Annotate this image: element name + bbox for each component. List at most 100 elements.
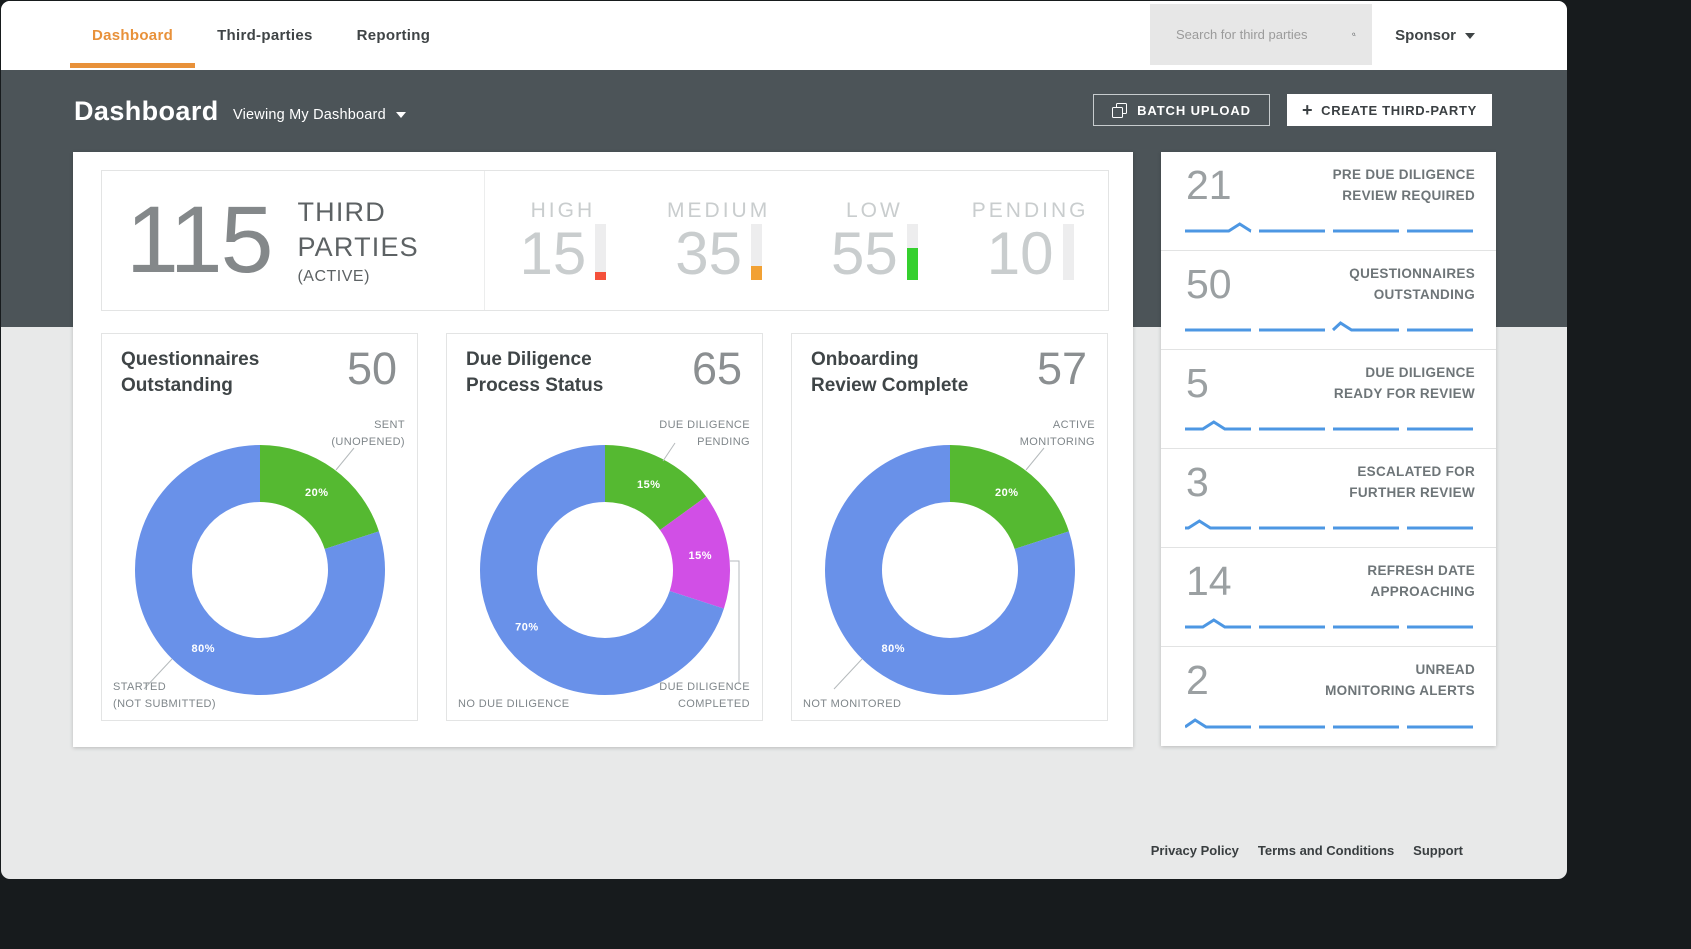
leader-line — [1026, 448, 1044, 470]
risk-count: 35 — [675, 224, 742, 284]
sidebar-card-pre-due-diligence-review[interactable]: 21 PRE DUE DILIGENCE REVIEW REQUIRED — [1161, 152, 1496, 251]
account-menu[interactable]: Sponsor — [1395, 1, 1475, 70]
app-window: Dashboard Third-parties Reporting Sponso… — [1, 1, 1567, 879]
risk-stat-pending: PENDING 10 — [952, 171, 1108, 310]
sidebar-card-unread-monitoring-alerts[interactable]: 2 UNREAD MONITORING ALERTS — [1161, 647, 1496, 746]
sparkline-svg — [1185, 221, 1473, 235]
sparkline-svg — [1185, 320, 1473, 334]
dashboard-main-card: 115 THIRD PARTIES (ACTIVE) HIGH 15 — [73, 152, 1133, 747]
sidebar-card-count: 5 — [1186, 360, 1209, 407]
top-nav: Dashboard Third-parties Reporting Sponso… — [1, 1, 1567, 70]
trend-sparkline — [1185, 320, 1473, 334]
risk-gauge — [1063, 224, 1074, 280]
donut-slice — [260, 474, 352, 541]
active-third-parties-total: 115 THIRD PARTIES (ACTIVE) — [102, 171, 485, 310]
create-third-party-label: CREATE THIRD-PARTY — [1321, 103, 1477, 118]
risk-count: 15 — [520, 224, 587, 284]
tab-reporting[interactable]: Reporting — [335, 1, 453, 70]
sidebar-card-due-diligence-ready[interactable]: 5 DUE DILIGENCE READY FOR REVIEW — [1161, 350, 1496, 449]
chart-annotation: STARTED (NOT SUBMITTED) — [113, 679, 216, 712]
sidebar-card-label: PRE DUE DILIGENCE REVIEW REQUIRED — [1333, 165, 1475, 207]
donut-slice — [950, 474, 1042, 541]
sidebar-card-questionnaires-outstanding[interactable]: 50 QUESTIONNAIRES OUTSTANDING — [1161, 251, 1496, 350]
slice-percent-label: 80% — [882, 643, 906, 655]
tab-dashboard[interactable]: Dashboard — [70, 1, 195, 70]
risk-stat-low: LOW 55 — [797, 171, 953, 310]
chart-title: Due Diligence Process Status — [466, 347, 698, 399]
slice-percent-label: 20% — [305, 487, 329, 499]
donut-slice — [683, 513, 701, 600]
sidebar-card-count: 21 — [1186, 162, 1232, 209]
risk-stat-high: HIGH 15 — [485, 171, 641, 310]
sidebar-card-escalated-review[interactable]: 3 ESCALATED FOR FURTHER REVIEW — [1161, 449, 1496, 548]
trend-sparkline — [1185, 617, 1473, 631]
privacy-policy-link[interactable]: Privacy Policy — [1151, 843, 1239, 858]
view-selector-label: Viewing My Dashboard — [233, 107, 386, 123]
risk-count: 55 — [831, 224, 898, 284]
footer: Privacy Policy Terms and Conditions Supp… — [1151, 843, 1463, 858]
risk-gauge — [907, 224, 918, 280]
trend-sparkline — [1185, 518, 1473, 532]
risk-gauge-fill — [595, 272, 606, 280]
leader-line — [730, 561, 739, 684]
dashboard-view-selector[interactable]: Viewing My Dashboard — [233, 107, 406, 123]
sidebar-card-count: 14 — [1186, 558, 1232, 605]
search-input[interactable] — [1176, 27, 1352, 42]
sparkline-svg — [1185, 717, 1473, 731]
sparkline-path — [1185, 323, 1473, 330]
chart-card-questionnaires-outstanding: Questionnaires Outstanding 50 20%80% SEN… — [101, 333, 418, 721]
sparkline-path — [1185, 521, 1473, 528]
batch-upload-label: BATCH UPLOAD — [1137, 103, 1251, 118]
tab-third-parties[interactable]: Third-parties — [195, 1, 335, 70]
chart-card-onboarding-review-complete: Onboarding Review Complete 57 20%80% ACT… — [791, 333, 1108, 721]
sidebar-card-label: DUE DILIGENCE READY FOR REVIEW — [1334, 363, 1475, 405]
slice-percent-label: 70% — [515, 622, 539, 634]
leader-line — [336, 448, 354, 470]
total-label-line3: (ACTIVE) — [297, 268, 418, 286]
trend-sparkline — [1185, 419, 1473, 433]
sidebar-card-label: UNREAD MONITORING ALERTS — [1325, 660, 1475, 702]
search-icon[interactable] — [1352, 27, 1356, 42]
slice-percent-label: 80% — [192, 643, 216, 655]
sparkline-path — [1185, 224, 1473, 231]
primary-tabs: Dashboard Third-parties Reporting — [70, 1, 452, 70]
terms-and-conditions-link[interactable]: Terms and Conditions — [1258, 843, 1394, 858]
search-box[interactable] — [1150, 4, 1372, 65]
support-link[interactable]: Support — [1413, 843, 1463, 858]
slice-percent-label: 15% — [637, 479, 661, 491]
slice-percent-label: 20% — [995, 487, 1019, 499]
total-count: 115 — [126, 193, 271, 288]
risk-count: 10 — [987, 224, 1054, 284]
sparkline-svg — [1185, 419, 1473, 433]
trend-sparkline — [1185, 221, 1473, 235]
page-header: Dashboard Viewing My Dashboard BATCH UPL… — [1, 70, 1567, 160]
donut-slice — [605, 474, 683, 514]
charts-row: Questionnaires Outstanding 50 20%80% SEN… — [101, 333, 1108, 721]
sidebar-card-refresh-date[interactable]: 14 REFRESH DATE APPROACHING — [1161, 548, 1496, 647]
sparkline-path — [1185, 720, 1473, 727]
total-label-line1: THIRD — [297, 195, 418, 230]
leader-line — [834, 659, 862, 689]
risk-gauge-fill — [907, 248, 918, 280]
create-third-party-button[interactable]: + CREATE THIRD-PARTY — [1287, 94, 1492, 126]
sidebar-card-count: 50 — [1186, 261, 1232, 308]
total-label: THIRD PARTIES (ACTIVE) — [297, 195, 418, 286]
sparkline-svg — [1185, 518, 1473, 532]
chart-annotation: NO DUE DILIGENCE — [458, 696, 570, 713]
risk-breakdown: HIGH 15 MEDIUM 35 LOW — [485, 171, 1108, 310]
sidebar-card-count: 2 — [1186, 657, 1209, 704]
sparkline-svg — [1185, 617, 1473, 631]
chevron-down-icon — [1465, 33, 1475, 39]
chart-card-due-diligence-process-status: Due Diligence Process Status 65 15%15%70… — [446, 333, 763, 721]
chevron-down-icon — [396, 112, 406, 118]
sparkline-path — [1185, 422, 1473, 429]
total-label-line2: PARTIES — [297, 230, 418, 265]
batch-upload-button[interactable]: BATCH UPLOAD — [1093, 94, 1270, 126]
action-items-sidebar: 21 PRE DUE DILIGENCE REVIEW REQUIRED 50 … — [1161, 152, 1496, 746]
sparkline-path — [1185, 620, 1473, 627]
risk-stat-medium: MEDIUM 35 — [641, 171, 797, 310]
chart-total: 50 — [347, 343, 397, 395]
sidebar-card-label: QUESTIONNAIRES OUTSTANDING — [1349, 264, 1475, 306]
donut-slice — [853, 474, 1046, 667]
risk-gauge-fill — [751, 266, 762, 280]
